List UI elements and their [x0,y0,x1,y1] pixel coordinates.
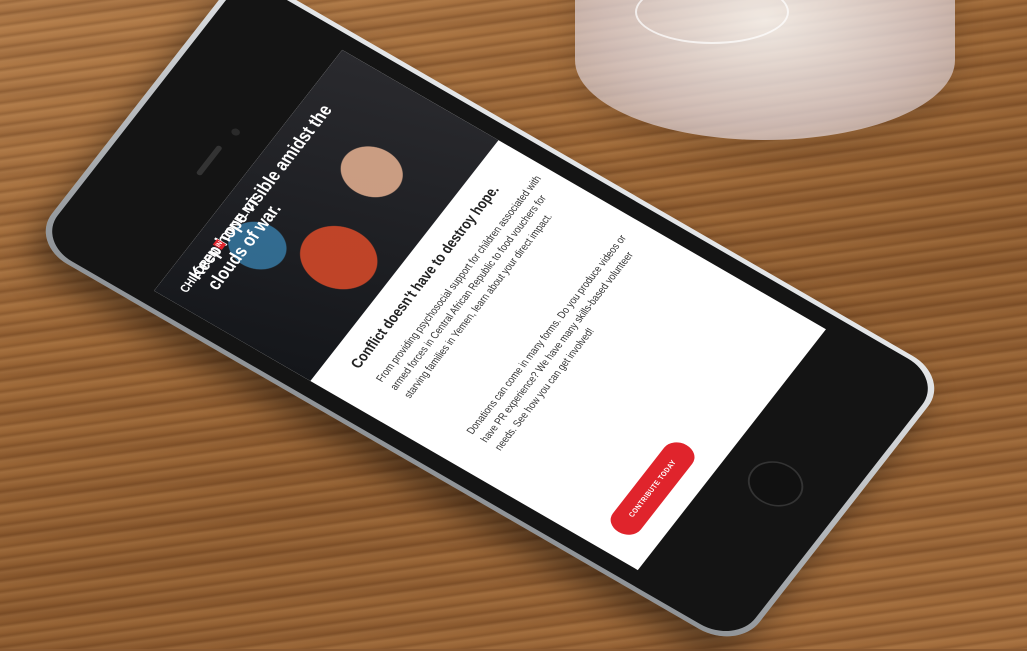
phone-scene: Keep hope visible amidst the clouds of w… [0,0,1027,651]
home-button-icon[interactable] [737,452,814,516]
speaker-icon [195,144,223,177]
phone-screen: Keep hope visible amidst the clouds of w… [154,49,826,571]
camera-icon [229,127,242,138]
phone-device: Keep hope visible amidst the clouds of w… [29,0,951,651]
phone-face: Keep hope visible amidst the clouds of w… [37,0,943,645]
contribute-today-button[interactable]: CONTRIBUTE TODAY [604,436,701,541]
